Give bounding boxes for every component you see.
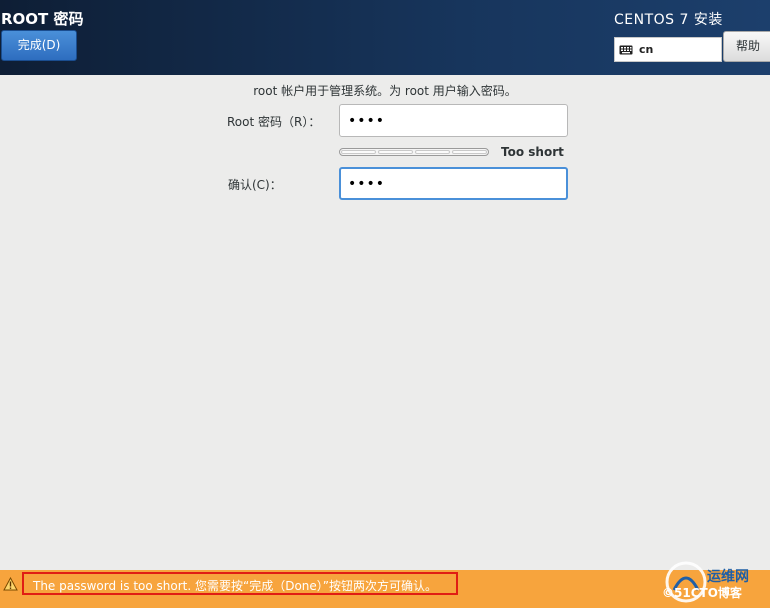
root-password-label: Root 密码（R）： [227, 115, 321, 129]
strength-segment [415, 150, 450, 154]
password-strength-meter [339, 148, 489, 156]
watermark-title: 运维网 [707, 569, 749, 585]
strength-segment [452, 150, 487, 154]
form-description: root 帐户用于管理系统。为 root 用户输入密码。 [253, 84, 517, 98]
password-strength-label: Too short [501, 145, 564, 159]
warning-icon [3, 577, 18, 591]
product-title: CENTOS 7 安装 [614, 12, 723, 28]
keyboard-icon [619, 45, 633, 54]
confirm-password-input[interactable] [339, 167, 568, 200]
page-title: ROOT 密码 [1, 10, 84, 28]
help-button[interactable]: 帮助 [723, 31, 770, 62]
warning-message: The password is too short. 您需要按“完成（Done）… [33, 579, 437, 593]
header-bar: ROOT 密码 完成(D) CENTOS 7 安装 cn 帮助 [0, 0, 770, 75]
keyboard-layout-indicator[interactable]: cn [614, 37, 722, 62]
keyboard-layout-label: cn [639, 43, 654, 56]
done-button[interactable]: 完成(D) [1, 30, 77, 61]
root-password-input[interactable] [339, 104, 568, 137]
watermark-caption: ©51CTO博客 [662, 586, 742, 600]
strength-segment [341, 150, 376, 154]
strength-segment [378, 150, 413, 154]
confirm-password-label: 确认(C)： [228, 178, 282, 192]
